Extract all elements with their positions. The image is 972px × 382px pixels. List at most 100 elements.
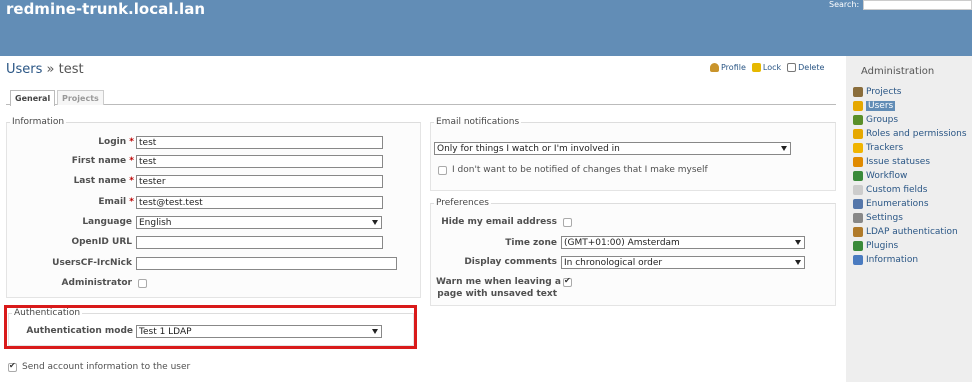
sidebar-item-plugins[interactable]: Plugins (853, 240, 898, 252)
sidebar-item-information[interactable]: Information (853, 254, 918, 266)
lock-link[interactable]: Lock (751, 63, 782, 72)
sidebar-item-statuses[interactable]: Issue statuses (853, 156, 930, 168)
no-self-notified-checkbox[interactable] (438, 166, 447, 175)
preferences-legend: Preferences (436, 198, 489, 208)
administrator-checkbox[interactable] (138, 279, 147, 288)
sidebar-item-roles[interactable]: Roles and permissions (853, 128, 967, 140)
chevron-down-icon (795, 260, 801, 265)
sidebar-item-label: Projects (866, 87, 902, 97)
sidebar-item-label: Custom fields (866, 185, 928, 195)
page-actions: Profile Lock Delete (710, 63, 824, 72)
tab-projects[interactable]: Projects (57, 90, 104, 105)
sidebar-item-label: Information (866, 255, 919, 265)
sidebar-item-custom-fields[interactable]: Custom fields (853, 184, 927, 196)
chevron-down-icon (781, 146, 787, 151)
profile-label: Profile (721, 63, 746, 72)
information-icon (853, 255, 863, 265)
comments-order-label: Display comments (464, 257, 557, 267)
sidebar-item-workflow[interactable]: Workflow (853, 170, 907, 182)
sidebar-item-label: Users (866, 101, 896, 111)
delete-link[interactable]: Delete (787, 63, 824, 72)
authentication-highlight-box (4, 305, 417, 349)
delete-label: Delete (798, 63, 825, 72)
lastname-input[interactable]: tester (136, 175, 383, 188)
comments-order-select[interactable]: In chronological order (561, 256, 805, 269)
lastname-label: Last name * (73, 176, 134, 186)
sidebar-item-label: Issue statuses (866, 157, 931, 167)
settings-icon (853, 213, 863, 223)
tab-general[interactable]: General (10, 90, 56, 106)
time-zone-select[interactable]: (GMT+01:00) Amsterdam (561, 236, 805, 249)
login-input[interactable]: test (136, 136, 383, 149)
statuses-icon (853, 157, 863, 167)
search-input[interactable] (863, 0, 972, 10)
users-icon (853, 101, 863, 111)
lock-label: Lock (762, 63, 782, 72)
enumerations-icon (853, 199, 863, 209)
workflow-icon (853, 171, 863, 181)
chevron-down-icon (372, 220, 378, 225)
top-header: redmine-trunk.local.lan Search: (0, 0, 972, 56)
email-input[interactable]: test@test.test (136, 196, 383, 209)
sidebar-item-ldap[interactable]: LDAP authentication (853, 226, 958, 238)
ldap-icon (853, 227, 863, 237)
page-title: Users » test (6, 62, 84, 77)
email-notifications-legend: Email notifications (436, 117, 520, 127)
login-label: Login * (98, 137, 134, 147)
hide-mail-label: Hide my email address (441, 217, 557, 227)
time-zone-label: Time zone (505, 238, 557, 248)
roles-icon (853, 129, 863, 139)
sidebar-title: Administration (861, 66, 935, 77)
sidebar-item-label: Groups (866, 115, 899, 125)
comments-order-value: In chronological order (564, 258, 663, 268)
projects-icon (853, 87, 863, 97)
user-icon (710, 63, 719, 72)
sidebar-item-settings[interactable]: Settings (853, 212, 903, 224)
information-legend: Information (12, 117, 65, 127)
chevron-down-icon (795, 240, 801, 245)
lock-icon (751, 63, 761, 72)
sidebar: Administration Projects Users Groups Roles … (846, 56, 972, 382)
no-self-notified-label: I don't want to be notified of changes t… (452, 165, 708, 175)
language-value: English (139, 218, 172, 228)
warn-unsaved-checkbox[interactable] (563, 276, 572, 287)
sidebar-item-label: Enumerations (866, 199, 929, 209)
custom-fields-icon (853, 185, 863, 195)
sidebar-item-projects[interactable]: Projects (853, 86, 901, 98)
sidebar-item-label: Settings (866, 213, 903, 223)
email-notifications-value: Only for things I watch or I'm involved … (437, 144, 620, 154)
users-breadcrumb-link[interactable]: Users (6, 62, 42, 77)
trash-icon (787, 63, 797, 72)
openid-input[interactable] (136, 236, 383, 249)
tab-bar: General Projects (6, 89, 836, 106)
sidebar-item-enumerations[interactable]: Enumerations (853, 198, 929, 210)
sidebar-item-label: Plugins (866, 241, 899, 251)
send-information-label: Send account information to the user (22, 362, 191, 372)
sidebar-item-trackers[interactable]: Trackers (853, 142, 903, 154)
administrator-label: Administrator (61, 278, 132, 288)
warn-unsaved-label: Warn me when leaving a page with unsaved… (436, 277, 561, 299)
ircnick-input[interactable] (136, 257, 397, 270)
language-label: Language (82, 217, 132, 227)
site-title[interactable]: redmine-trunk.local.lan (6, 0, 205, 18)
email-notifications-select[interactable]: Only for things I watch or I'm involved … (434, 142, 791, 155)
send-information-checkbox[interactable] (8, 361, 17, 372)
firstname-input[interactable]: test (136, 155, 383, 168)
sidebar-item-label: Roles and permissions (866, 129, 967, 139)
groups-icon (853, 115, 863, 125)
language-select[interactable]: English (136, 216, 382, 229)
trackers-icon (853, 143, 863, 153)
hide-mail-checkbox[interactable] (563, 218, 572, 227)
time-zone-value: (GMT+01:00) Amsterdam (564, 238, 680, 248)
sidebar-item-groups[interactable]: Groups (853, 114, 898, 126)
email-label: Email * (98, 197, 134, 207)
sidebar-item-label: Trackers (866, 143, 904, 153)
breadcrumb-separator: » (42, 62, 59, 77)
sidebar-item-label: Workflow (866, 171, 908, 181)
sidebar-item-users[interactable]: Users (853, 100, 896, 112)
profile-link[interactable]: Profile (710, 63, 746, 72)
current-user-name: test (58, 62, 84, 77)
openid-label: OpenID URL (71, 237, 132, 247)
plugins-icon (853, 241, 863, 251)
firstname-label: First name * (71, 156, 134, 166)
